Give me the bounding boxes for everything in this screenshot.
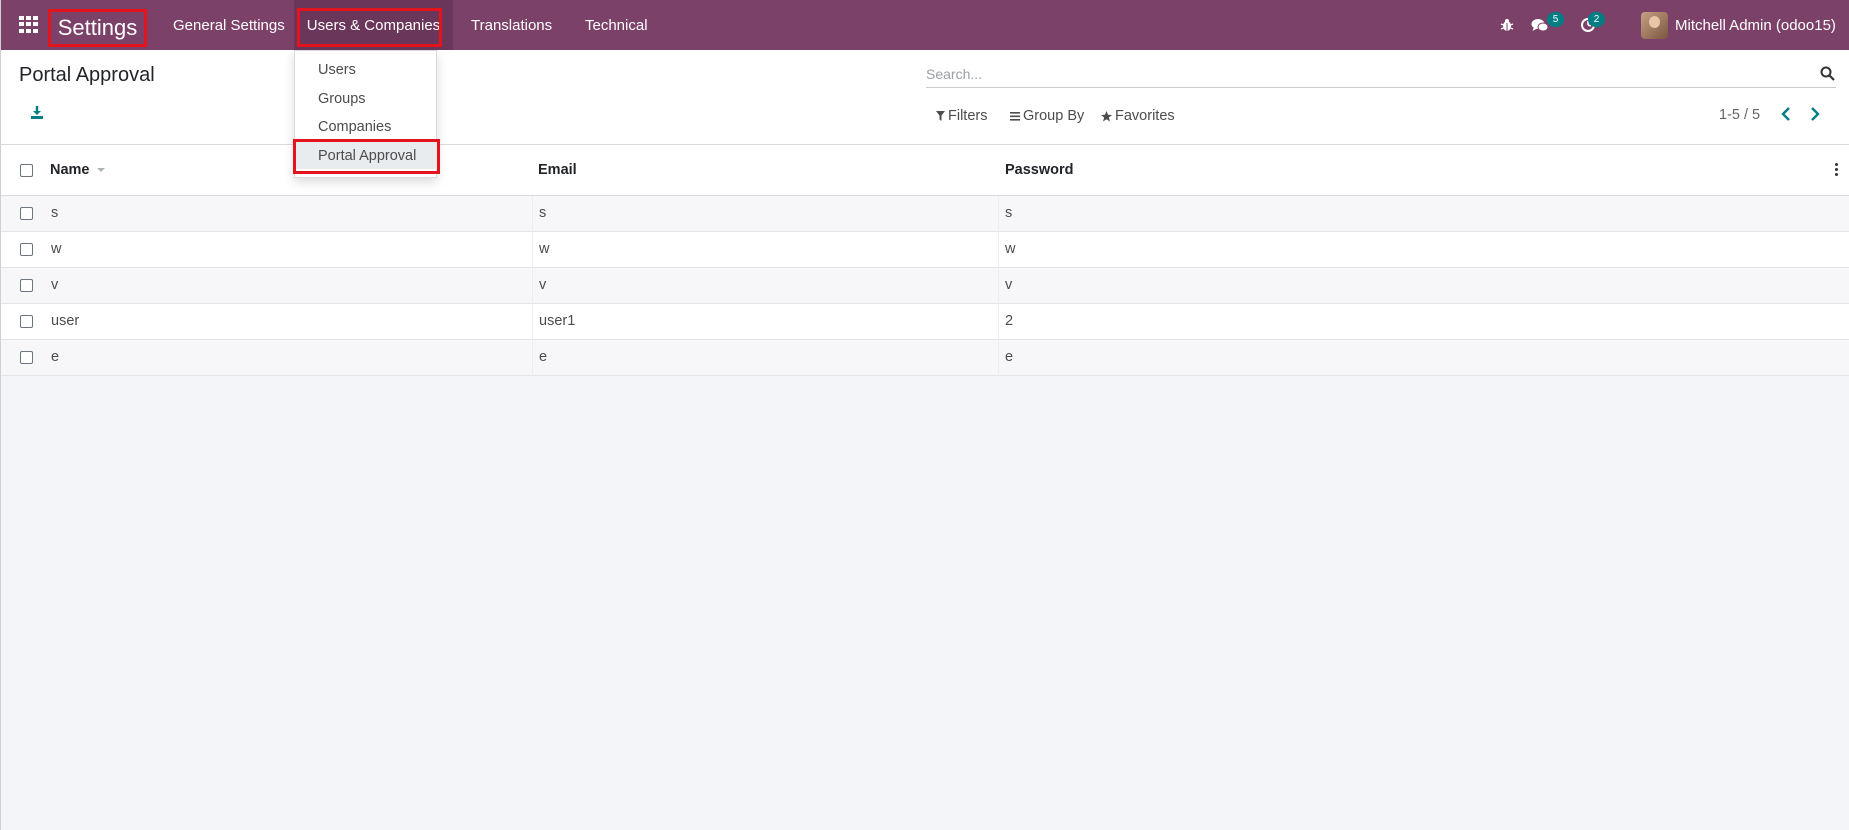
favorites-button[interactable]: Favorites [1101, 108, 1175, 124]
users-companies-dropdown: Users Groups Companies Portal Approval [293, 50, 440, 178]
messages-count-badge: 5 [1547, 12, 1564, 27]
top-navbar: Settings General Settings Users & Compan… [1, 0, 1849, 50]
table-row[interactable]: user user1 2 [1, 304, 1849, 340]
cell-password: w [1005, 241, 1016, 257]
dropdown-item-groups[interactable]: Groups [295, 85, 438, 112]
cell-password: s [1005, 205, 1013, 221]
row-checkbox[interactable] [20, 207, 33, 220]
search-icon[interactable] [1820, 66, 1836, 82]
menu-users-companies[interactable]: Users & Companies [294, 0, 453, 50]
cell-email: v [539, 277, 547, 293]
table-row[interactable]: s s s [1, 196, 1849, 232]
row-checkbox[interactable] [20, 351, 33, 364]
menu-technical[interactable]: Technical [585, 0, 648, 50]
favorites-label: Favorites [1115, 108, 1175, 124]
group-by-label: Group By [1023, 108, 1085, 124]
cell-password: 2 [1005, 313, 1014, 329]
filters-button[interactable]: Filters [936, 108, 987, 124]
cell-email: w [539, 241, 550, 257]
row-checkbox[interactable] [20, 279, 33, 292]
avatar [1641, 12, 1668, 39]
column-name-label: Name [50, 162, 90, 178]
cell-password: v [1005, 277, 1013, 293]
table-body: s s s w w w v v v user user1 2 e e e [1, 196, 1849, 376]
page-title: Portal Approval [19, 64, 155, 86]
debug-bug-icon[interactable] [1498, 16, 1516, 34]
dropdown-item-portal-approval[interactable]: Portal Approval [295, 142, 438, 169]
search-input[interactable] [926, 60, 1786, 87]
app-title[interactable]: Settings [48, 9, 147, 47]
cell-name: v [51, 277, 59, 293]
control-panel: Portal Approval Filters Group By Favorit… [1, 50, 1849, 145]
pager-value[interactable]: 1-5 / 5 [1719, 107, 1760, 123]
download-icon[interactable] [29, 105, 45, 121]
star-icon [1101, 110, 1112, 121]
filters-label: Filters [948, 108, 988, 124]
row-checkbox[interactable] [20, 315, 33, 328]
cell-name: e [51, 349, 60, 365]
menu-translations[interactable]: Translations [471, 0, 552, 50]
optional-columns-icon[interactable] [1835, 163, 1839, 177]
sort-caret-down-icon [96, 168, 105, 172]
apps-menu-icon[interactable] [19, 16, 38, 33]
cell-name: user [51, 313, 80, 329]
select-all-checkbox[interactable] [20, 164, 33, 177]
table-row[interactable]: e e e [1, 340, 1849, 376]
table-header: Name Email Password [1, 145, 1849, 196]
cell-name: w [51, 241, 62, 257]
row-checkbox[interactable] [20, 243, 33, 256]
user-menu[interactable]: Mitchell Admin (odoo15) [1641, 12, 1836, 39]
column-header-email[interactable]: Email [538, 162, 577, 178]
cell-password: e [1005, 349, 1014, 365]
table-row[interactable]: v v v [1, 268, 1849, 304]
column-header-password[interactable]: Password [1005, 162, 1074, 178]
filter-funnel-icon [936, 111, 945, 121]
pager-next-icon[interactable] [1809, 106, 1823, 124]
user-name: Mitchell Admin (odoo15) [1675, 17, 1836, 34]
cell-email: user1 [539, 313, 576, 329]
group-by-bars-icon [1010, 112, 1020, 121]
dropdown-item-users[interactable]: Users [295, 56, 438, 83]
cell-name: s [51, 205, 59, 221]
table-row[interactable]: w w w [1, 232, 1849, 268]
column-header-name[interactable]: Name [50, 162, 106, 178]
menu-general-settings[interactable]: General Settings [173, 0, 285, 50]
pager-previous-icon[interactable] [1780, 106, 1794, 124]
cell-email: s [539, 205, 547, 221]
list-table: Name Email Password s s s w w w v v v us… [1, 145, 1849, 376]
cell-email: e [539, 349, 548, 365]
group-by-button[interactable]: Group By [1010, 108, 1084, 124]
activities-count-badge: 2 [1588, 12, 1605, 27]
search-bar [926, 60, 1836, 88]
dropdown-item-companies[interactable]: Companies [295, 113, 438, 140]
